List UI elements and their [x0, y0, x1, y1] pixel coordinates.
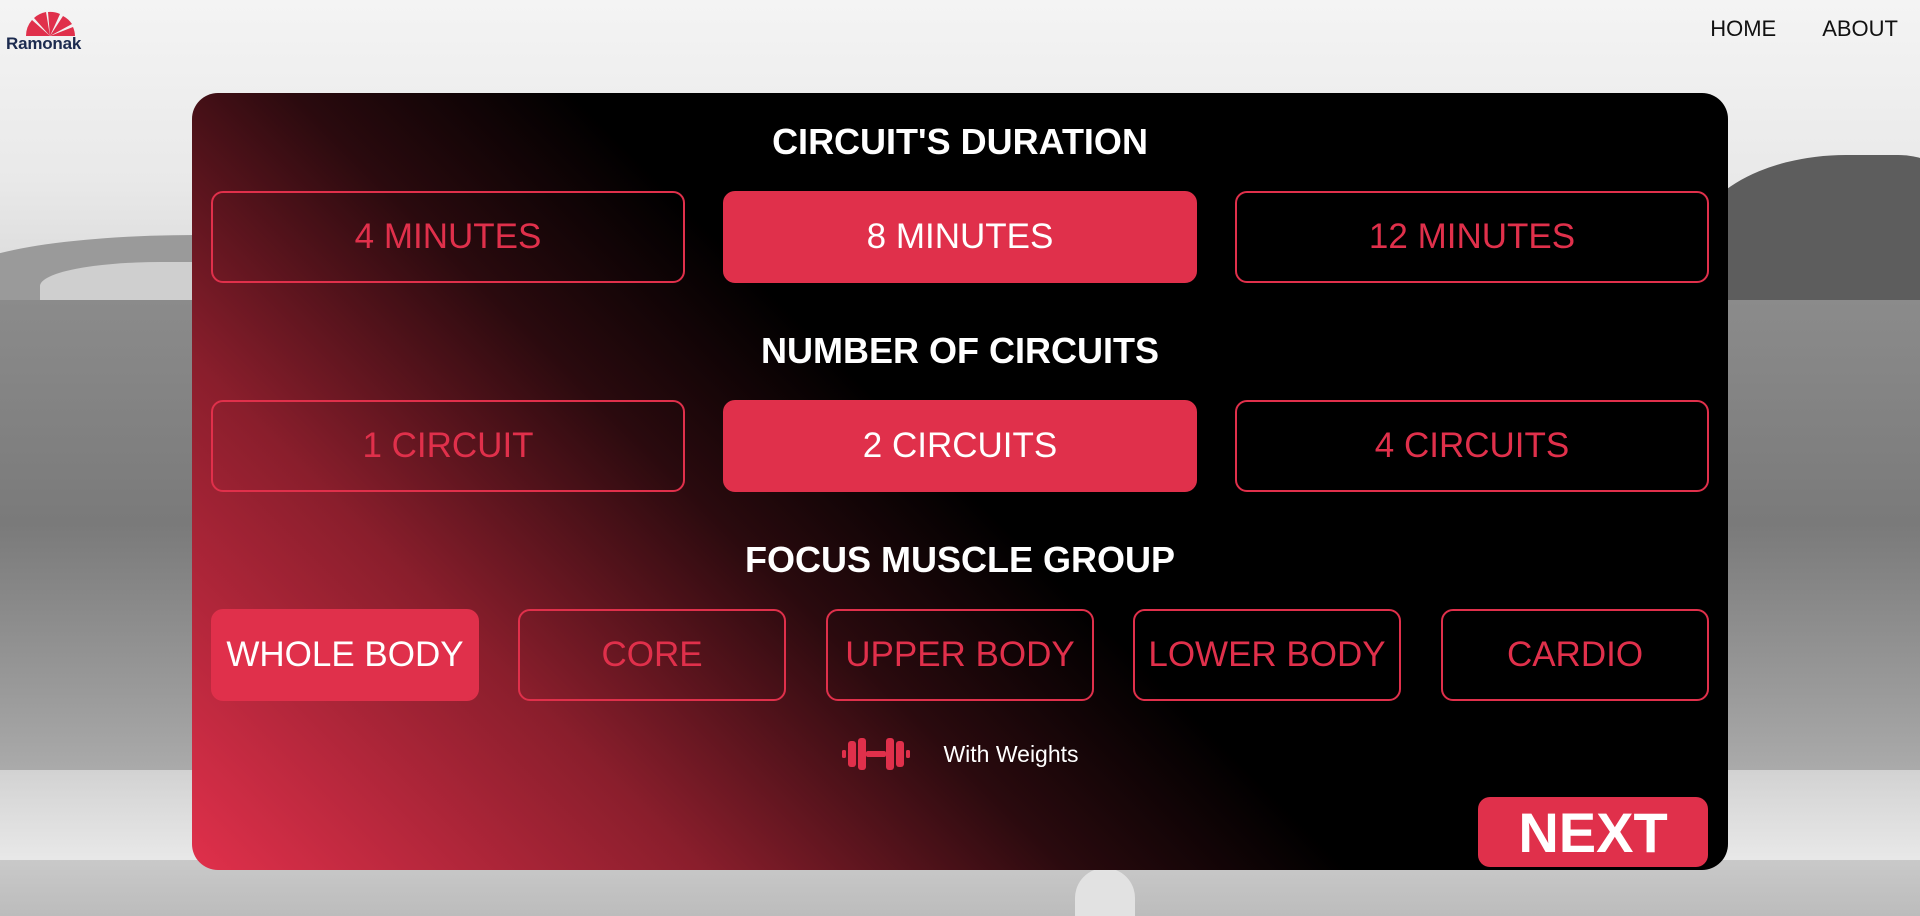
- top-nav: HOME ABOUT: [1710, 16, 1898, 42]
- next-button[interactable]: NEXT: [1478, 797, 1708, 867]
- nav-home-link[interactable]: HOME: [1710, 16, 1776, 42]
- circuits-option-1[interactable]: 1 CIRCUIT: [211, 400, 685, 492]
- with-weights-label: With Weights: [943, 740, 1079, 767]
- focus-option-whole-body[interactable]: WHOLE BODY: [211, 609, 479, 701]
- duration-title: CIRCUIT'S DURATION: [772, 121, 1148, 162]
- logo-text: Ramonak: [6, 34, 82, 53]
- circuits-option-2[interactable]: 2 CIRCUITS: [723, 400, 1197, 492]
- focus-option-lower-body[interactable]: LOWER BODY: [1133, 609, 1401, 701]
- workout-setup-panel: CIRCUIT'S DURATION 4 MINUTES 8 MINUTES 1…: [192, 93, 1728, 870]
- focus-option-cardio[interactable]: CARDIO: [1441, 609, 1709, 701]
- focus-option-core[interactable]: CORE: [518, 609, 786, 701]
- focus-title: FOCUS MUSCLE GROUP: [744, 539, 1175, 580]
- focus-option-upper-body[interactable]: UPPER BODY: [826, 609, 1094, 701]
- circuits-title: NUMBER OF CIRCUITS: [761, 330, 1159, 371]
- dumbbell-icon: [842, 738, 911, 770]
- circuits-option-4[interactable]: 4 CIRCUITS: [1235, 400, 1709, 492]
- duration-option-4-minutes[interactable]: 4 MINUTES: [211, 191, 685, 283]
- duration-option-8-minutes[interactable]: 8 MINUTES: [723, 191, 1197, 283]
- logo[interactable]: Ramonak: [6, 8, 94, 54]
- duration-option-12-minutes[interactable]: 12 MINUTES: [1235, 191, 1709, 283]
- with-weights-toggle[interactable]: With Weights: [192, 736, 1728, 772]
- nav-about-link[interactable]: ABOUT: [1822, 16, 1898, 42]
